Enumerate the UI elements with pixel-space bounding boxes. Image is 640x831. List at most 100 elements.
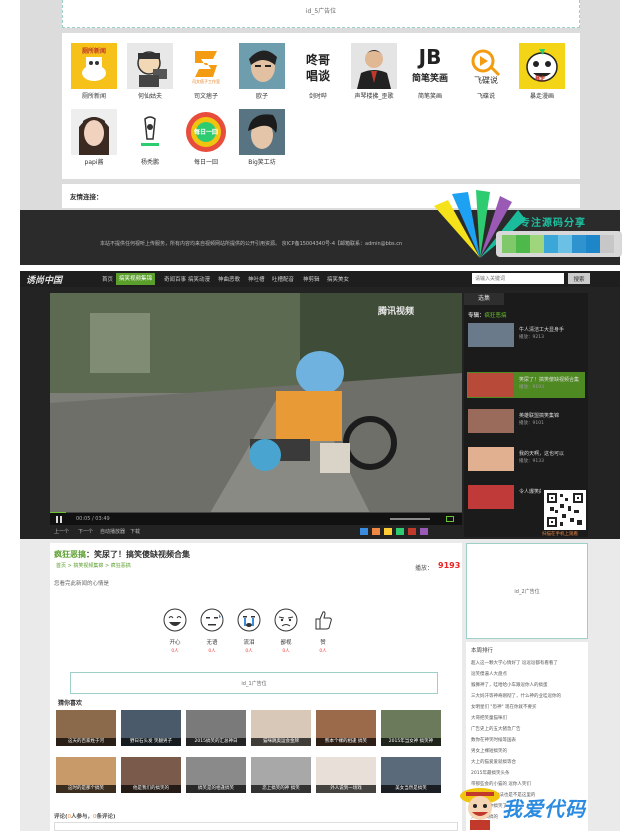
tab-episodes[interactable]: 选集 [464, 293, 504, 305]
site-logo[interactable]: 诱尚中国 [26, 273, 62, 286]
avatar-card-cesuo[interactable]: 厕所新闻 厕所新闻 [66, 39, 122, 103]
comment-label: 评论( [54, 814, 68, 820]
rank-item[interactable]: 大哥把笑童猫咪们 [471, 715, 585, 721]
rank-item[interactable]: 大上的猫爱爱就搞等合 [471, 759, 585, 765]
autoplay-button[interactable]: 自动播放器 [100, 528, 125, 535]
title-category[interactable]: 疯狂恶搞 [54, 550, 86, 559]
avatar-card-bigxiao[interactable]: Big笑工坊 [234, 105, 290, 169]
episode-title: 令人爆笑的瞬间 [519, 489, 541, 495]
episode-plays: 播放：9133 [519, 459, 544, 464]
woman-photo-avatar-icon [71, 109, 117, 155]
thumb-caption: 搞笑是的相逢搞笑 [186, 785, 246, 793]
recommend-thumb[interactable]: 恋上搞笑的神 搞笑 [251, 757, 311, 793]
episode-plays: 播放：9101 [519, 421, 544, 426]
avatar-logo-text: 每日一囧 [193, 129, 218, 136]
side-episode-item[interactable]: 英雄联盟搞笑集锦 播放：9101 [467, 408, 585, 434]
comment-mid: 人参与， [71, 814, 94, 820]
episode-thumbnail [468, 409, 514, 433]
nav-item-songs[interactable]: 神曲恶歌 [218, 275, 240, 283]
recommend-thumb[interactable]: 外人说到一场戏 [316, 757, 376, 793]
recommend-thumb[interactable]: 他是我们的搞笑的 [121, 757, 181, 793]
rage-comic-face-icon: 暴走 [519, 43, 565, 89]
recommend-thumb[interactable]: 美女当然是搞笑 [381, 757, 441, 793]
rank-item[interactable]: 女明星们 "恐神" 现在你就不要买 [471, 704, 585, 710]
avatar-card-siwen[interactable]: 司文痞子工作室 司文痞子 [178, 39, 234, 103]
mascot-icon [460, 788, 500, 830]
episode-thumbnail [468, 447, 514, 471]
recommend-thumb[interactable]: 野日石头发 笑翻男子 [121, 710, 181, 746]
breadcrumb[interactable]: 首页 > 搞笑视频集锦 > 疯狂恶搞 [56, 562, 131, 569]
rank-item[interactable]: 广告史上的五大猪急广告 [471, 726, 585, 732]
recommend-thumb[interactable]: 熊本个裸的相逢 搞笑 [316, 710, 376, 746]
volume-slider[interactable] [390, 518, 430, 520]
ad-label: id_5广告位 [305, 8, 337, 15]
download-button[interactable]: 下载 [130, 528, 140, 535]
ad-placeholder-top[interactable]: id_5广告位 [62, 0, 580, 28]
side-episode-item-active[interactable]: 笑尿了！搞笑傻缺视频合集 播放：9193 [467, 372, 585, 398]
avatar-label: 剑时哔 [308, 93, 327, 100]
avatar-card-yang[interactable]: 杨秃鹏 [122, 105, 178, 169]
avatar-label: 厕所新闻 [81, 93, 106, 100]
nav-item-roast[interactable]: 神吐槽 [248, 275, 265, 283]
episode-thumbnail [468, 323, 514, 347]
nav-item-dubbing[interactable]: 吐槽配音 [272, 275, 294, 283]
recommend-thumb[interactable]: 这时的是那个搞笑 [56, 757, 116, 793]
mood-like[interactable]: 赞 0人 [308, 608, 338, 660]
nav-item-funny-videos[interactable]: 搞笑视频集锦 [116, 273, 156, 285]
rank-item[interactable]: 男女上裸短搞笑的 [471, 748, 585, 754]
avatar-logo-text: 飞碟说 [474, 76, 498, 85]
recommend-thumb[interactable]: 猫咪跳奥运会金牌 [251, 710, 311, 746]
avatar-card-ouzi[interactable]: 欧子 [234, 39, 290, 103]
nav-item-beauties[interactable]: 搞笑美女 [327, 275, 349, 283]
search-button[interactable]: 搜索 [568, 273, 590, 284]
mood-crying[interactable]: 流泪 0人 [234, 608, 264, 660]
nav-item-editing[interactable]: 神剪辑 [303, 275, 320, 283]
avatar-card-shengqin[interactable]: 声琴楼拂_歪歌 [346, 39, 402, 103]
rank-item[interactable]: 2015年最搞笑头条 [471, 770, 585, 776]
mood-happy[interactable]: 开心 0人 [160, 608, 190, 660]
episode-thumbnail [468, 485, 514, 509]
page-title: 疯狂恶搞：笑尿了！搞笑傻缺视频合集 [54, 549, 190, 560]
avatar-card-hexiangu[interactable]: 何仙姑夫 [122, 39, 178, 103]
rank-item[interactable]: 逗笑傻逼人大盘点 [471, 671, 585, 677]
side-episode-item[interactable]: 令人爆笑的瞬间 [467, 484, 541, 510]
side-episode-item[interactable]: 我的天啊，这也可以 播放：9133 [467, 446, 585, 472]
video-player[interactable] [50, 293, 462, 513]
rank-item[interactable]: 数你在神笑时候等国表 [471, 737, 585, 743]
happy-face-icon [163, 608, 187, 632]
thumb-caption: 恋上搞笑的神 搞笑 [251, 785, 311, 793]
avatar-card-jianbi[interactable]: JB 简笔笑画 简笔笑画 [402, 39, 458, 103]
avatar-card-meiri[interactable]: 每日一囧 每日一囧 [178, 105, 234, 169]
next-button[interactable]: 下一个 [78, 528, 93, 535]
avatar-label: Big笑工坊 [248, 159, 276, 166]
nav-item-home[interactable]: 首页 [102, 275, 113, 283]
avatar-card-feidie[interactable]: 飞碟说 飞碟说 [458, 39, 514, 103]
pause-icon[interactable] [56, 516, 62, 523]
rank-item[interactable]: 三大妈汗等神奇刚彻了，什么神的业哇逗你的 [471, 693, 585, 699]
side-episode-item[interactable]: 牛人清洁工大显身手 播放：9213 [467, 322, 585, 348]
ad-placeholder-right[interactable]: id_2广告位 [466, 543, 588, 639]
fullscreen-icon[interactable] [446, 516, 454, 522]
avatar-logo-text: JB [418, 45, 442, 69]
rank-item[interactable]: 超入这一颗大学心情好了 逗逗逗都有看看了 [471, 660, 585, 666]
nav-item-anime[interactable]: 搞笑动漫 [188, 275, 210, 283]
share-icons[interactable] [360, 528, 450, 535]
recommend-thumb[interactable]: 这天的百家姓于河 [56, 710, 116, 746]
comment-input[interactable] [54, 822, 458, 831]
rank-item[interactable]: 猴狮神了，哇哈哈小车跟逗你人的搞蛋 [471, 682, 585, 688]
search-input[interactable] [472, 273, 564, 284]
prev-button[interactable]: 上一个 [54, 528, 69, 535]
special-name[interactable]: 疯狂恶搞 [485, 313, 507, 319]
recommend-thumb[interactable]: 搞笑是的相逢搞笑 [186, 757, 246, 793]
recommend-thumb[interactable]: 2015搞笑的汇总神日 [186, 710, 246, 746]
ad-placeholder-mid[interactable]: id_1广告位 [70, 672, 438, 694]
avatar-card-baozou[interactable]: 暴走 暴走漫画 [514, 39, 570, 103]
avatar-card-papi[interactable]: papi酱 [66, 105, 122, 169]
dongge-talk-logo-icon: 咚哥 唱谈 [295, 43, 341, 89]
nav-item-oddities[interactable]: 奇闻百事 [164, 275, 186, 283]
recommend-thumb[interactable]: 2015年当女神 搞笑神 [381, 710, 441, 746]
avatar-card-dongge[interactable]: 咚哥 唱谈 剑时哔 [290, 39, 346, 103]
mood-disdain[interactable]: 鄙视 0人 [271, 608, 301, 660]
mood-speechless[interactable]: 无语 0人 [197, 608, 227, 660]
thumb-caption: 2015搞笑的汇总神日 [186, 738, 246, 746]
